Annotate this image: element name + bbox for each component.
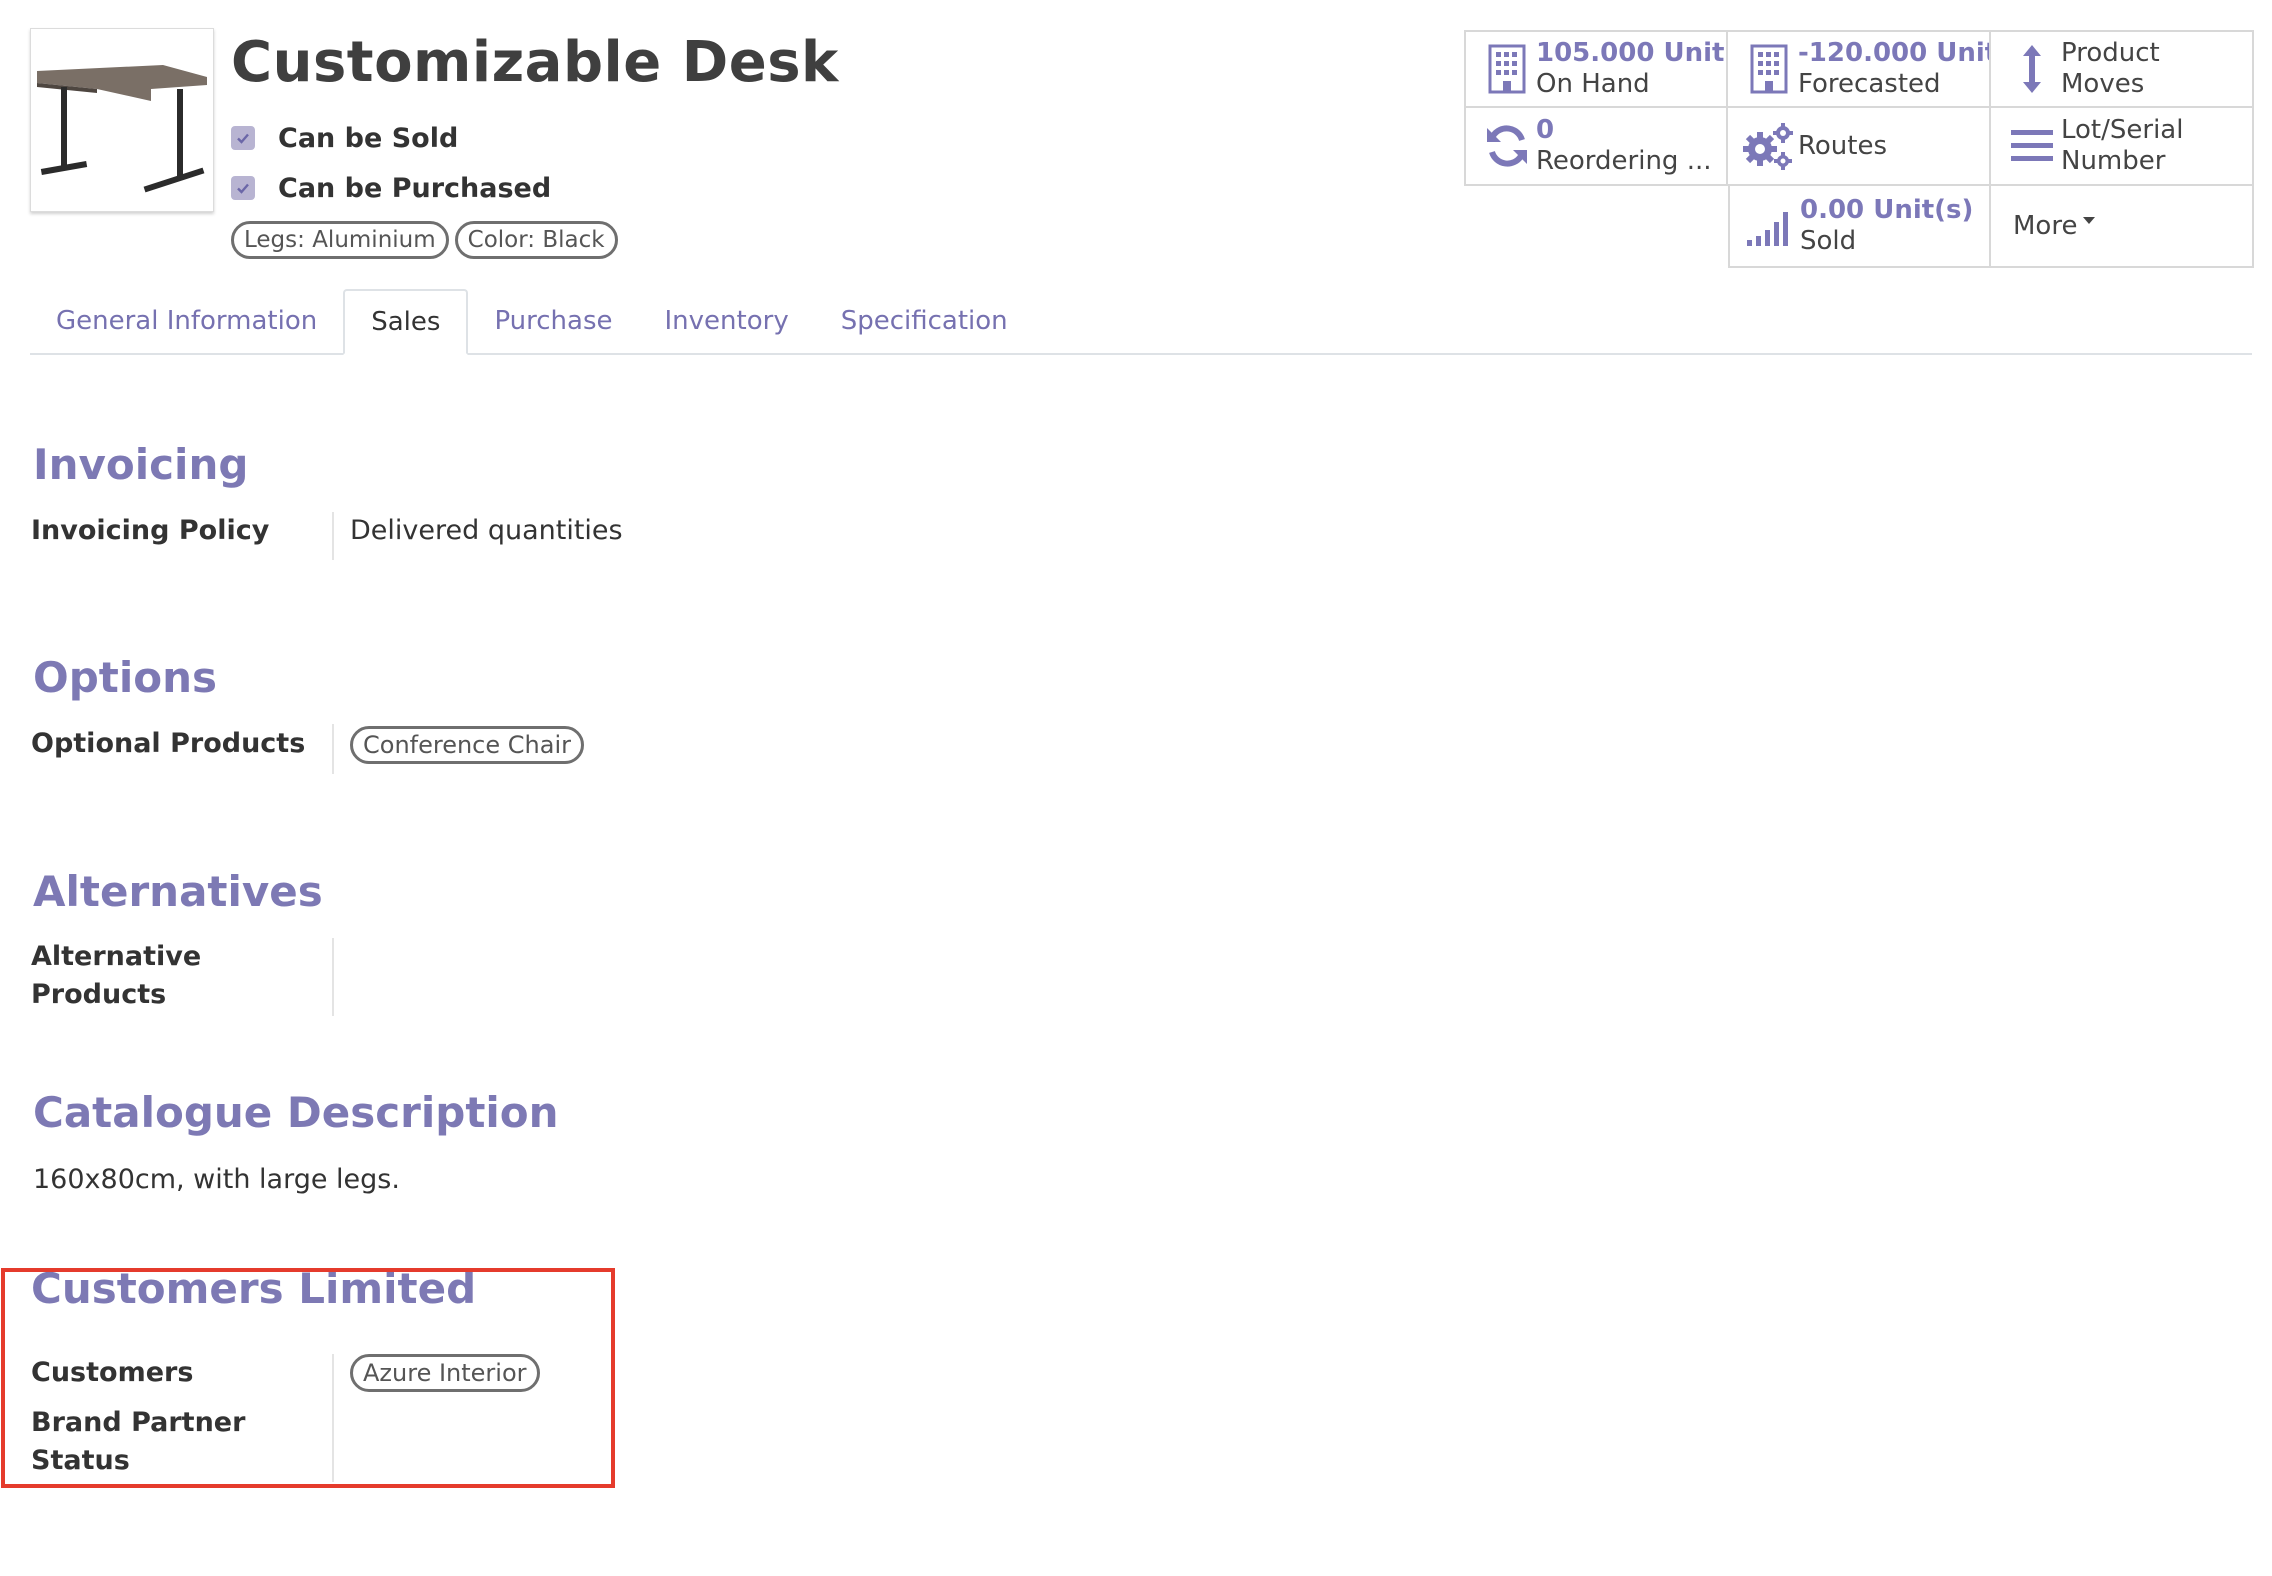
invoicing-policy-value[interactable]: Delivered quantities — [350, 512, 623, 550]
checkbox-checked-icon[interactable] — [231, 126, 255, 150]
lot-serial-button[interactable]: Lot/Serial Number — [1991, 108, 2254, 186]
tag-conference-chair[interactable]: Conference Chair — [350, 726, 584, 764]
up-down-arrow-icon — [2003, 43, 2061, 95]
building-icon — [1740, 44, 1798, 94]
reordering-label: Reordering ... — [1536, 146, 1712, 176]
product-tags: Legs: Aluminium Color: Black — [231, 221, 618, 259]
section-title-catalogue: Catalogue Description — [33, 1088, 559, 1137]
lot-serial-label-1: Lot/Serial — [2061, 115, 2184, 145]
gears-icon — [1740, 121, 1798, 171]
product-moves-label-2: Moves — [2061, 69, 2145, 99]
optional-products-field[interactable]: Conference Chair — [350, 726, 584, 764]
field-divider — [332, 724, 334, 774]
notebook-tabs: General Information Sales Purchase Inven… — [30, 289, 2252, 355]
signal-icon — [1742, 206, 1800, 246]
routes-label: Routes — [1798, 130, 1888, 161]
highlight-box — [1, 1268, 615, 1488]
tab-purchase[interactable]: Purchase — [468, 289, 638, 353]
section-title-invoicing: Invoicing — [33, 440, 249, 489]
tab-sales[interactable]: Sales — [343, 289, 469, 355]
alternative-products-label-line2: Products — [31, 979, 167, 1010]
alternative-products-field[interactable] — [350, 938, 950, 1014]
alternative-products-label-line1: Alternative — [31, 941, 202, 972]
tag-color[interactable]: Color: Black — [454, 221, 618, 259]
product-moves-label-1: Product — [2061, 38, 2160, 68]
sold-button[interactable]: 0.00 Unit(s) Sold — [1728, 186, 1991, 268]
field-divider — [332, 512, 334, 560]
more-button[interactable]: More — [1991, 186, 2254, 268]
alternative-products-label: Alternative Products — [31, 938, 321, 1014]
reordering-value: 0 — [1536, 115, 1555, 145]
reordering-button[interactable]: 0 Reordering ... — [1464, 108, 1728, 186]
routes-button[interactable]: Routes — [1728, 108, 1991, 186]
on-hand-value: 105.000 Unit(s) — [1536, 38, 1726, 68]
product-image[interactable] — [30, 28, 214, 212]
smart-buttons: 105.000 Unit(s)On Hand -120.000 Unit(s)F… — [1464, 30, 2254, 268]
more-label: More — [2013, 210, 2078, 241]
can-be-sold-label: Can be Sold — [278, 122, 459, 154]
sold-value: 0.00 Unit(s) — [1800, 195, 1974, 225]
checkbox-checked-icon[interactable] — [231, 176, 255, 200]
tag-legs[interactable]: Legs: Aluminium — [231, 221, 449, 259]
section-title-alternatives: Alternatives — [33, 867, 323, 916]
section-title-options: Options — [33, 653, 217, 702]
optional-products-label: Optional Products — [31, 728, 306, 759]
invoicing-policy-label: Invoicing Policy — [31, 515, 270, 546]
on-hand-button[interactable]: 105.000 Unit(s)On Hand — [1464, 30, 1728, 108]
product-moves-button[interactable]: Product Moves — [1991, 30, 2254, 108]
building-icon — [1478, 44, 1536, 94]
can-be-purchased-label: Can be Purchased — [278, 172, 552, 204]
caret-down-icon — [2083, 216, 2096, 224]
can-be-purchased-checkbox[interactable]: Can be Purchased — [231, 170, 551, 206]
lot-serial-label-2: Number — [2061, 146, 2166, 176]
field-divider — [332, 938, 334, 1016]
on-hand-label: On Hand — [1536, 69, 1650, 99]
tab-specification[interactable]: Specification — [815, 289, 1034, 353]
refresh-icon — [1478, 123, 1536, 169]
forecasted-button[interactable]: -120.000 Unit(s)Forecasted — [1728, 30, 1991, 108]
tab-inventory[interactable]: Inventory — [639, 289, 815, 353]
tab-general-information[interactable]: General Information — [30, 289, 343, 353]
forecasted-label: Forecasted — [1798, 69, 1941, 99]
catalogue-description-text[interactable]: 160x80cm, with large legs. — [33, 1164, 400, 1195]
can-be-sold-checkbox[interactable]: Can be Sold — [231, 120, 458, 156]
forecasted-value: -120.000 Unit(s) — [1798, 38, 1989, 68]
sold-label: Sold — [1800, 226, 1857, 256]
product-title: Customizable Desk — [231, 30, 839, 95]
bars-icon — [2003, 128, 2061, 164]
